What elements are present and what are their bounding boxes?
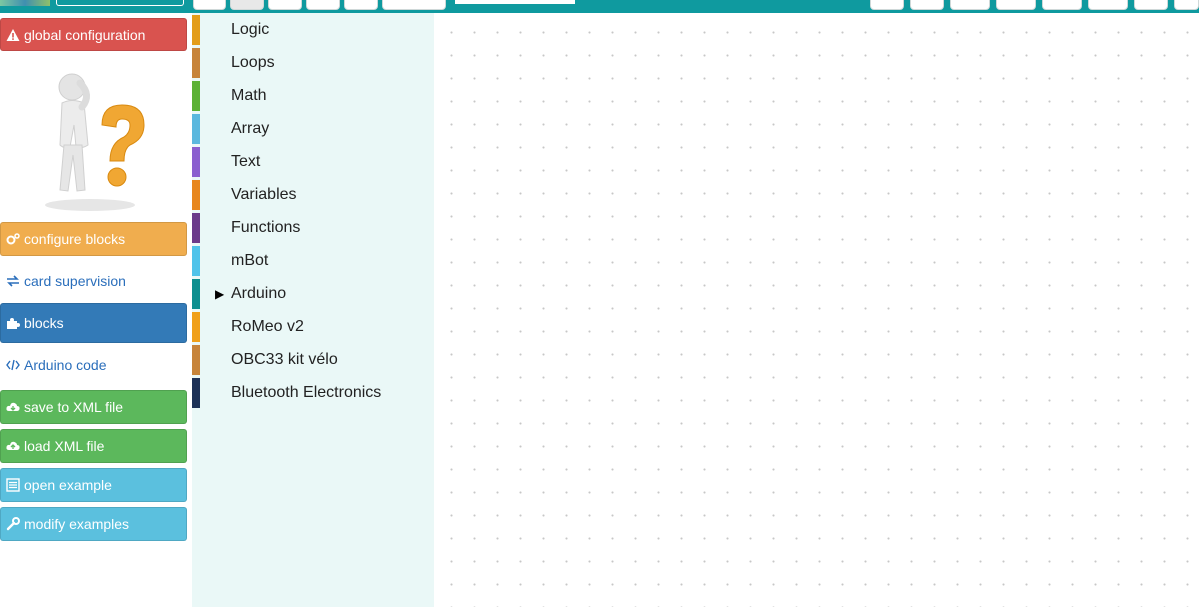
toolbar-button-4[interactable] bbox=[306, 0, 340, 10]
toolbox-category-label: Logic bbox=[231, 21, 270, 38]
toolbar-button-3[interactable] bbox=[268, 0, 302, 10]
toolbar-button-6[interactable] bbox=[382, 0, 446, 10]
exchange-icon bbox=[6, 274, 20, 288]
toolbox-category-loops[interactable]: Loops bbox=[192, 48, 434, 78]
cloud-download-icon bbox=[6, 400, 20, 414]
toolbox-category-functions[interactable]: Functions bbox=[192, 213, 434, 243]
toolbar-button-1[interactable] bbox=[193, 0, 226, 10]
toolbox-category-math[interactable]: Math bbox=[192, 81, 434, 111]
toolbox-category-arduino[interactable]: ▶ Arduino bbox=[192, 279, 434, 309]
toolbox-category-label: OBC33 kit vélo bbox=[231, 351, 338, 368]
toolbox-category-label: Arduino bbox=[231, 285, 287, 302]
load-xml-label: load XML file bbox=[24, 438, 105, 454]
toolbox-category-label: Text bbox=[231, 153, 261, 170]
toolbox-category-mbot[interactable]: mBot bbox=[192, 246, 434, 276]
modify-examples-label: modify examples bbox=[24, 516, 130, 532]
undo-icon[interactable] bbox=[870, 0, 904, 10]
toolbox-category-text[interactable]: Text bbox=[192, 147, 434, 177]
modify-examples-button[interactable]: modify examples bbox=[0, 507, 187, 541]
top-toolbar bbox=[0, 0, 1199, 13]
open-example-button[interactable]: open example bbox=[0, 468, 187, 502]
category-color-stripe bbox=[192, 48, 200, 78]
toolbox-category-romeo-v2[interactable]: RoMeo v2 bbox=[192, 312, 434, 342]
redo-icon[interactable] bbox=[910, 0, 944, 10]
gears-icon bbox=[6, 232, 20, 246]
category-color-stripe bbox=[192, 81, 200, 111]
fullscreen-icon[interactable] bbox=[1134, 0, 1168, 10]
sidebar: global configuration configure blocks ca… bbox=[0, 13, 190, 607]
card-selector[interactable] bbox=[56, 0, 184, 6]
cloud-upload-icon bbox=[6, 439, 20, 453]
toolbox-category-label: Loops bbox=[231, 54, 275, 71]
category-color-stripe bbox=[192, 114, 200, 144]
category-color-stripe bbox=[192, 213, 200, 243]
blocks-label: blocks bbox=[24, 315, 64, 331]
more-icon[interactable] bbox=[1174, 0, 1199, 10]
wrench-icon bbox=[6, 517, 20, 531]
expand-arrow-icon[interactable]: ▶ bbox=[215, 287, 224, 301]
zoom-out-icon[interactable] bbox=[1042, 0, 1082, 10]
blocks-button[interactable]: blocks bbox=[0, 303, 187, 343]
toolbox-category-label: RoMeo v2 bbox=[231, 318, 304, 335]
category-color-stripe bbox=[192, 246, 200, 276]
category-color-stripe bbox=[192, 180, 200, 210]
toolbar-button-5[interactable] bbox=[344, 0, 378, 10]
global-configuration-button[interactable]: global configuration bbox=[0, 18, 187, 51]
category-color-stripe bbox=[192, 378, 200, 408]
blocks-workspace[interactable] bbox=[434, 13, 1199, 607]
configure-blocks-label: configure blocks bbox=[24, 231, 126, 247]
save-xml-button[interactable]: save to XML file bbox=[0, 390, 187, 424]
zoom-in-icon[interactable] bbox=[996, 0, 1036, 10]
card-supervision-label: card supervision bbox=[24, 273, 126, 289]
category-color-stripe bbox=[192, 147, 200, 177]
toolbox-category-array[interactable]: Array bbox=[192, 114, 434, 144]
save-xml-label: save to XML file bbox=[24, 399, 124, 415]
app-logo bbox=[0, 0, 50, 6]
save-icon[interactable] bbox=[950, 0, 990, 10]
configure-blocks-button[interactable]: configure blocks bbox=[0, 222, 187, 256]
toolbox-category-label: Functions bbox=[231, 219, 301, 236]
toolbox-category-label: Variables bbox=[231, 186, 297, 203]
toolbox-category-variables[interactable]: Variables bbox=[192, 180, 434, 210]
toolbox-category-label: Math bbox=[231, 87, 267, 104]
open-example-label: open example bbox=[24, 477, 112, 493]
toolbox-category-bluetooth-electronics[interactable]: Bluetooth Electronics bbox=[192, 378, 434, 408]
toolbox-category-label: Array bbox=[231, 120, 270, 137]
global-configuration-label: global configuration bbox=[24, 26, 146, 43]
reset-zoom-icon[interactable] bbox=[1088, 0, 1128, 10]
toolbar-input[interactable] bbox=[455, 0, 575, 4]
category-color-stripe bbox=[192, 279, 200, 309]
category-color-stripe bbox=[192, 312, 200, 342]
puzzle-icon bbox=[6, 316, 20, 330]
toolbox-category-logic[interactable]: Logic bbox=[192, 15, 434, 45]
toolbox-category-label: mBot bbox=[231, 252, 269, 269]
load-xml-button[interactable]: load XML file bbox=[0, 429, 187, 463]
help-figure-image bbox=[30, 65, 160, 215]
arduino-code-link[interactable]: Arduino code bbox=[0, 348, 187, 382]
toolbox-category-obc33-kit-v-lo[interactable]: OBC33 kit vélo bbox=[192, 345, 434, 375]
logo-strip bbox=[0, 0, 190, 6]
code-icon bbox=[6, 358, 20, 372]
warning-icon bbox=[6, 28, 20, 42]
category-color-stripe bbox=[192, 15, 200, 45]
card-supervision-link[interactable]: card supervision bbox=[0, 264, 187, 298]
category-color-stripe bbox=[192, 345, 200, 375]
toolbox-category-label: Bluetooth Electronics bbox=[231, 384, 382, 401]
blocks-toolbox: Logic Loops Math Array Text Variables Function… bbox=[192, 13, 434, 607]
toolbar-button-2[interactable] bbox=[230, 0, 264, 10]
arduino-code-label: Arduino code bbox=[24, 357, 107, 373]
list-icon bbox=[6, 478, 20, 492]
